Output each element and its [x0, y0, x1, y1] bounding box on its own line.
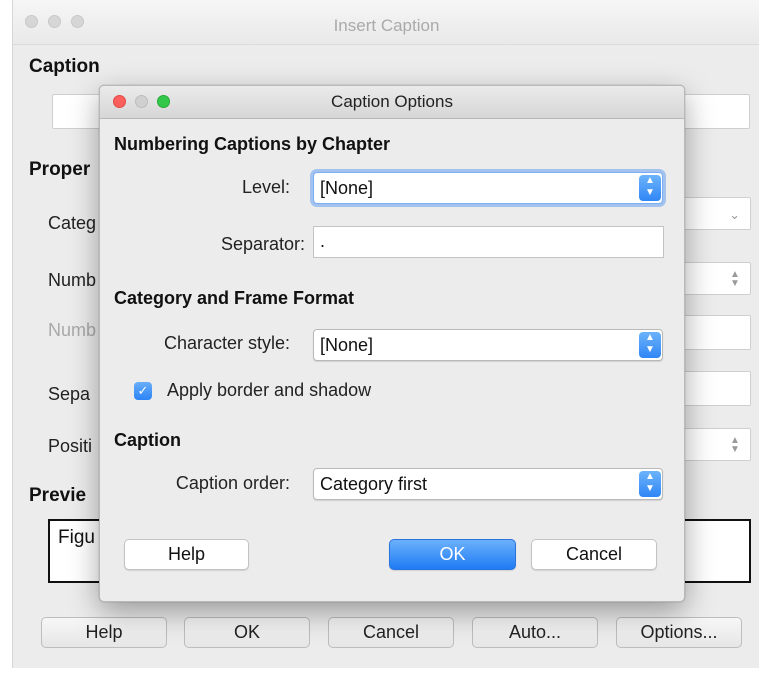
numbering-section-heading: Numbering Captions by Chapter	[114, 134, 391, 154]
numbering-separator-label: Numb	[48, 320, 97, 340]
up-down-chevron-icon: ▲ ▼	[730, 269, 740, 289]
caption-order-value: Category first	[320, 474, 428, 494]
separator-label: Sepa	[48, 384, 91, 404]
numbering-label: Numb	[48, 270, 97, 290]
up-down-chevron-icon: ▲ ▼	[639, 332, 661, 358]
properties-heading: Proper	[29, 159, 91, 180]
outer-auto-button[interactable]: Auto...	[472, 617, 598, 648]
outer-window-title: Insert Caption	[333, 16, 440, 35]
position-label: Positi	[48, 436, 93, 456]
outer-ok-button[interactable]: OK	[184, 617, 310, 648]
category-section-heading: Category and Frame Format	[114, 288, 355, 308]
preview-heading: Previe	[29, 485, 87, 506]
level-value: [None]	[320, 178, 374, 198]
outer-cancel-button[interactable]: Cancel	[328, 617, 454, 648]
checkmark-icon: ✓	[137, 383, 149, 398]
separator-value: .	[320, 231, 326, 251]
dialog-titlebar: Caption Options	[100, 86, 684, 119]
help-button[interactable]: Help	[124, 539, 249, 570]
apply-border-label[interactable]: Apply border and shadow	[167, 380, 371, 401]
apply-border-checkbox[interactable]: ✓	[134, 382, 152, 400]
cancel-button[interactable]: Cancel	[531, 539, 657, 570]
outer-help-button[interactable]: Help	[41, 617, 167, 648]
outer-titlebar: Insert Caption	[13, 0, 759, 45]
character-style-select[interactable]: [None] ▲ ▼	[313, 329, 663, 361]
caption-order-select[interactable]: Category first ▲ ▼	[313, 468, 663, 500]
chevron-down-icon: ⌄	[729, 207, 740, 222]
separator-label: Separator:	[220, 234, 305, 254]
ok-button[interactable]: OK	[389, 539, 516, 570]
outer-options-button[interactable]: Options...	[616, 617, 742, 648]
preview-text: Figu	[58, 527, 95, 548]
caption-heading: Caption	[29, 56, 100, 77]
up-down-chevron-icon: ▲ ▼	[639, 175, 661, 201]
caption-options-dialog: Caption Options Numbering Captions by Ch…	[99, 85, 685, 602]
separator-field[interactable]: .	[313, 226, 664, 258]
level-label: Level:	[241, 177, 290, 197]
caption-order-label: Caption order:	[175, 473, 290, 493]
category-label: Categ	[48, 213, 97, 233]
up-down-chevron-icon: ▲ ▼	[639, 471, 661, 497]
caption-section-heading: Caption	[114, 430, 181, 450]
level-select[interactable]: [None] ▲ ▼	[313, 172, 663, 204]
character-style-value: [None]	[320, 335, 374, 355]
character-style-label: Character style:	[163, 333, 290, 353]
dialog-title: Caption Options	[331, 92, 453, 111]
up-down-chevron-icon: ▲ ▼	[730, 435, 740, 455]
